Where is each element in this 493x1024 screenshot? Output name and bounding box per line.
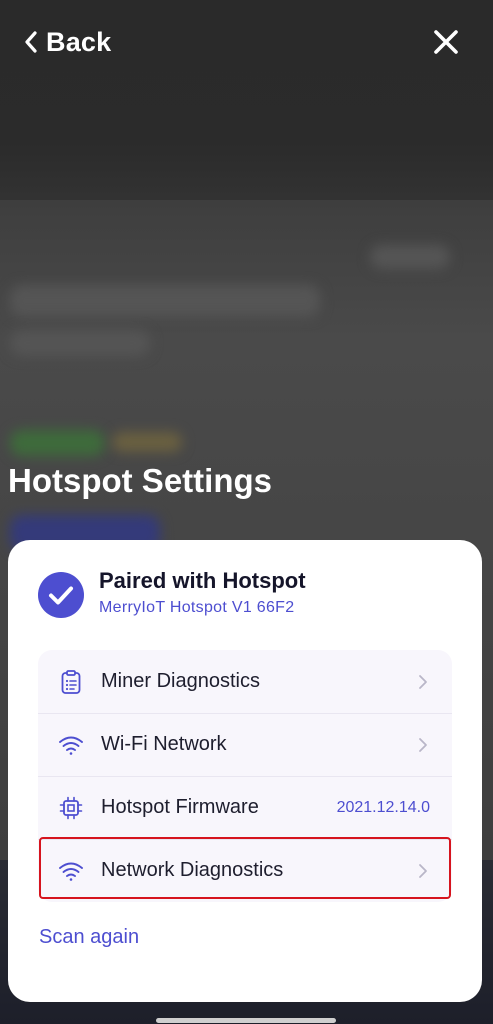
close-button[interactable] [432,28,460,56]
chevron-right-icon [419,738,427,752]
paired-device-name: MerryIoT Hotspot V1 66F2 [99,599,295,616]
home-indicator [156,1018,336,1023]
menu-item-wifi-network[interactable]: Wi-Fi Network [38,713,452,777]
check-circle-icon [38,572,84,618]
chevron-right-icon [419,864,427,878]
blurred-block [10,285,320,317]
paired-status-title: Paired with Hotspot [99,568,306,593]
menu-item-hotspot-firmware[interactable]: Hotspot Firmware 2021.12.14.0 [38,776,452,840]
hotspot-settings-card: Paired with Hotspot MerryIoT Hotspot V1 … [8,540,482,1002]
menu-item-label: Network Diagnostics [101,859,284,881]
chip-icon [59,796,83,820]
menu-item-label: Hotspot Firmware [101,796,259,818]
blurred-block [112,432,182,452]
wifi-icon [59,736,83,755]
menu-item-network-diagnostics[interactable]: Network Diagnostics [38,839,452,902]
back-button[interactable]: Back [24,26,111,58]
blurred-block [10,430,105,456]
menu-item-label: Miner Diagnostics [101,670,260,692]
clipboard-icon [61,670,81,694]
menu-item-miner-diagnostics[interactable]: Miner Diagnostics [38,650,452,714]
screen-title: Hotspot Settings [8,462,272,499]
wifi-icon [59,862,83,881]
scan-again-link[interactable]: Scan again [39,926,139,949]
settings-menu: Miner Diagnostics Wi-Fi Network Hotspot … [38,650,452,902]
blurred-block [10,330,150,356]
firmware-version: 2021.12.14.0 [336,798,430,816]
blurred-block [370,245,450,269]
chevron-left-icon [25,31,37,53]
close-icon [434,30,458,54]
back-label: Back [46,26,112,57]
menu-item-label: Wi-Fi Network [101,733,227,755]
chevron-right-icon [419,675,427,689]
